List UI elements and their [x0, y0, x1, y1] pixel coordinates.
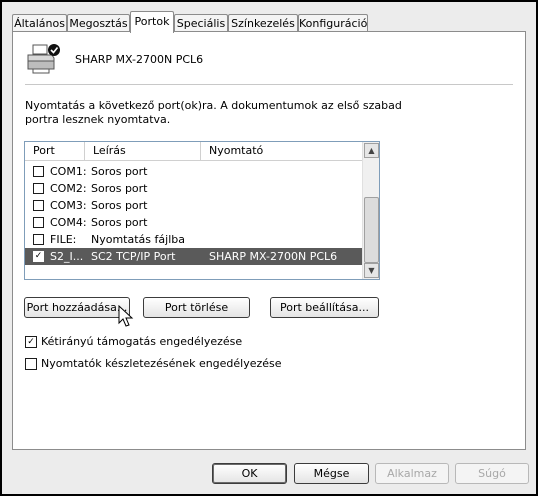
port-name: COM1:: [50, 165, 86, 178]
port-name: FILE:: [50, 233, 77, 246]
column-header-port[interactable]: Port: [25, 142, 85, 160]
tab-ports[interactable]: Portok: [130, 11, 174, 33]
port-checkbox[interactable]: [33, 183, 44, 194]
column-header-description[interactable]: Leírás: [85, 142, 201, 160]
pooling-label: Nyomtatók készletezésének engedélyezése: [41, 357, 282, 370]
port-checkbox[interactable]: [33, 234, 44, 245]
ports-list[interactable]: Port Leírás Nyomtató COM1: Soros port CO…: [24, 141, 380, 280]
ports-tab-panel: SHARP MX-2700N PCL6 Nyomtatás a következ…: [12, 31, 526, 450]
pooling-checkbox[interactable]: [25, 358, 37, 370]
ports-list-header: Port Leírás Nyomtató: [25, 142, 362, 161]
apply-button[interactable]: Alkalmaz: [375, 463, 449, 484]
port-description: Soros port: [91, 182, 148, 195]
bidirectional-label: Kétirányú támogatás engedélyezése: [41, 335, 243, 348]
column-header-printer[interactable]: Nyomtató: [201, 142, 361, 160]
help-button[interactable]: Súgó: [455, 463, 529, 484]
port-row-com4[interactable]: COM4: Soros port: [25, 214, 362, 231]
delete-port-button[interactable]: Port törlése: [143, 297, 250, 318]
port-row-s2[interactable]: ✓ S2_I... SC2 TCP/IP Port SHARP MX-2700N…: [25, 248, 362, 265]
port-checkbox[interactable]: [33, 217, 44, 228]
port-name: COM3:: [50, 199, 86, 212]
ports-description: Nyomtatás a következő port(ok)ra. A doku…: [25, 99, 402, 126]
port-printer: SHARP MX-2700N PCL6: [209, 250, 338, 263]
scroll-thumb[interactable]: [364, 197, 379, 263]
port-name: COM4:: [50, 216, 86, 229]
tab-color-management[interactable]: Színkezelés: [228, 14, 298, 31]
port-description: SC2 TCP/IP Port: [91, 250, 176, 263]
mouse-cursor-icon: [118, 305, 134, 327]
ok-button[interactable]: OK: [212, 463, 287, 484]
bidirectional-checkbox[interactable]: ✓: [25, 336, 37, 348]
port-row-com3[interactable]: COM3: Soros port: [25, 197, 362, 214]
port-row-file[interactable]: FILE: Nyomtatás fájlba: [25, 231, 362, 248]
printer-icon: [27, 44, 60, 74]
port-name: S2_I...: [50, 250, 84, 263]
port-description: Soros port: [91, 199, 148, 212]
tab-advanced[interactable]: Speciális: [174, 14, 228, 31]
scroll-up-icon[interactable]: ▲: [364, 143, 379, 158]
port-description: Soros port: [91, 216, 148, 229]
ports-list-rows: COM1: Soros port COM2: Soros port COM3: …: [25, 163, 362, 265]
cancel-button[interactable]: Mégse: [294, 463, 369, 484]
port-name: COM2:: [50, 182, 86, 195]
port-checkbox[interactable]: [33, 166, 44, 177]
add-port-button[interactable]: Port hozzáadása...: [24, 297, 130, 318]
separator: [25, 84, 513, 85]
port-description: Soros port: [91, 165, 148, 178]
printer-properties-dialog: Általános Megosztás Portok Speciális Szí…: [2, 2, 536, 494]
tab-sharing[interactable]: Megosztás: [67, 14, 130, 31]
tab-general[interactable]: Általános: [12, 14, 67, 31]
scroll-down-icon[interactable]: ▼: [364, 263, 379, 278]
configure-port-button[interactable]: Port beállítása...: [270, 297, 379, 318]
port-checkbox[interactable]: [33, 200, 44, 211]
printer-name: SHARP MX-2700N PCL6: [75, 53, 204, 66]
port-row-com2[interactable]: COM2: Soros port: [25, 180, 362, 197]
ports-list-scrollbar[interactable]: ▲ ▼: [362, 142, 379, 279]
port-row-com1[interactable]: COM1: Soros port: [25, 163, 362, 180]
port-checkbox-checked[interactable]: ✓: [33, 251, 44, 262]
tab-configuration[interactable]: Konfiguráció: [298, 14, 368, 31]
port-description: Nyomtatás fájlba: [91, 233, 185, 246]
